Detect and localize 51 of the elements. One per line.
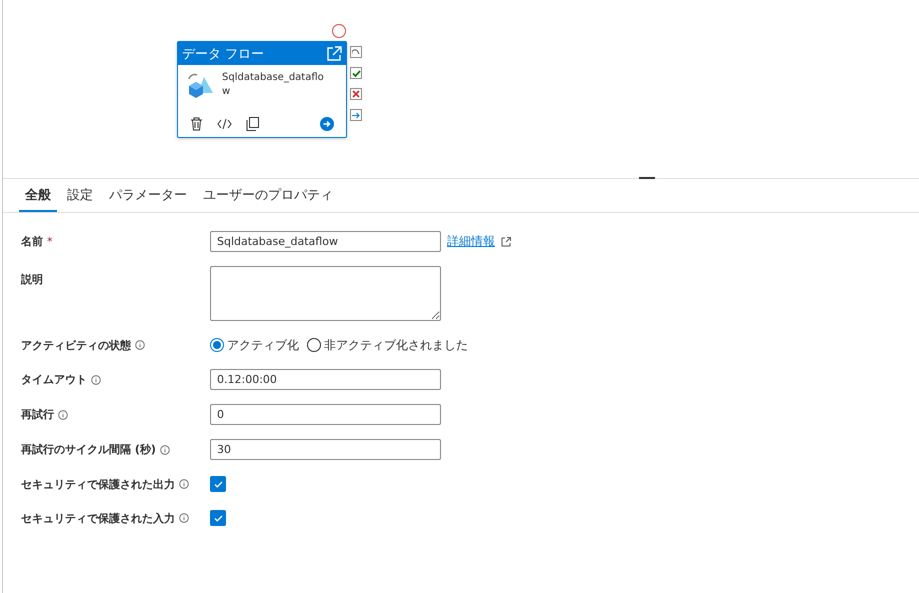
skip-handle[interactable]	[350, 46, 362, 58]
checkmark-icon	[214, 514, 222, 522]
info-icon[interactable]	[58, 410, 68, 420]
field-label: 説明	[21, 272, 43, 287]
field-label: 再試行	[21, 407, 54, 422]
redo-icon	[352, 49, 360, 55]
node-name: Sqldatabase_dataflow	[222, 71, 325, 99]
text-field[interactable]: Sqldatabase_dataflow	[210, 231, 441, 252]
error-handle[interactable]	[332, 24, 346, 38]
field-label: 再試行のサイクル間隔 (秒)	[21, 442, 156, 457]
checkmark-icon	[214, 480, 222, 488]
check-icon	[352, 70, 360, 76]
tab[interactable]: ユーザーのプロパティ	[197, 179, 339, 212]
activity-node[interactable]: データ フロー Sqldatabase_dataflow	[177, 41, 347, 138]
code-icon[interactable]	[217, 119, 232, 129]
cross-icon	[352, 90, 360, 98]
text-field[interactable]: 30	[210, 439, 441, 460]
description-field[interactable]	[210, 266, 441, 321]
failure-handle[interactable]	[350, 88, 362, 100]
success-handle[interactable]	[350, 67, 362, 79]
info-icon[interactable]	[91, 374, 101, 384]
arrow-right-icon	[352, 112, 360, 118]
field-label: アクティビティの状態	[21, 338, 131, 352]
checkbox[interactable]	[210, 510, 226, 526]
field-label: セキュリティで保護された出力	[21, 476, 175, 492]
tab[interactable]: 全般	[19, 179, 57, 212]
radio-option[interactable]: アクティブ化	[210, 336, 299, 354]
required-mark: *	[47, 235, 52, 248]
arrow-right-icon[interactable]	[320, 117, 334, 131]
delete-icon[interactable]	[190, 117, 203, 131]
tab[interactable]: パラメーター	[103, 179, 193, 212]
checkbox[interactable]	[210, 476, 226, 492]
open-external-icon	[501, 236, 511, 246]
tab[interactable]: 設定	[61, 179, 99, 212]
info-icon[interactable]	[135, 340, 145, 350]
field-label: タイムアウト	[21, 372, 87, 387]
copy-icon[interactable]	[246, 117, 259, 131]
open-external-icon[interactable]	[326, 46, 342, 62]
info-icon[interactable]	[179, 513, 189, 523]
field-label: 名前	[21, 234, 43, 249]
node-title: データ フロー	[182, 46, 264, 62]
radio-option[interactable]: 非アクティブ化されました	[307, 336, 468, 354]
splitter-handle[interactable]	[639, 177, 655, 179]
text-field[interactable]: 0.12:00:00	[210, 369, 441, 390]
info-icon[interactable]	[160, 444, 170, 454]
dataflow-icon	[186, 71, 214, 101]
completion-handle[interactable]	[350, 109, 362, 121]
field-label: セキュリティで保護された入力	[21, 510, 175, 526]
info-icon[interactable]	[179, 479, 189, 489]
text-field[interactable]: 0	[210, 404, 441, 425]
more-info-link[interactable]: 詳細情報	[447, 233, 511, 250]
